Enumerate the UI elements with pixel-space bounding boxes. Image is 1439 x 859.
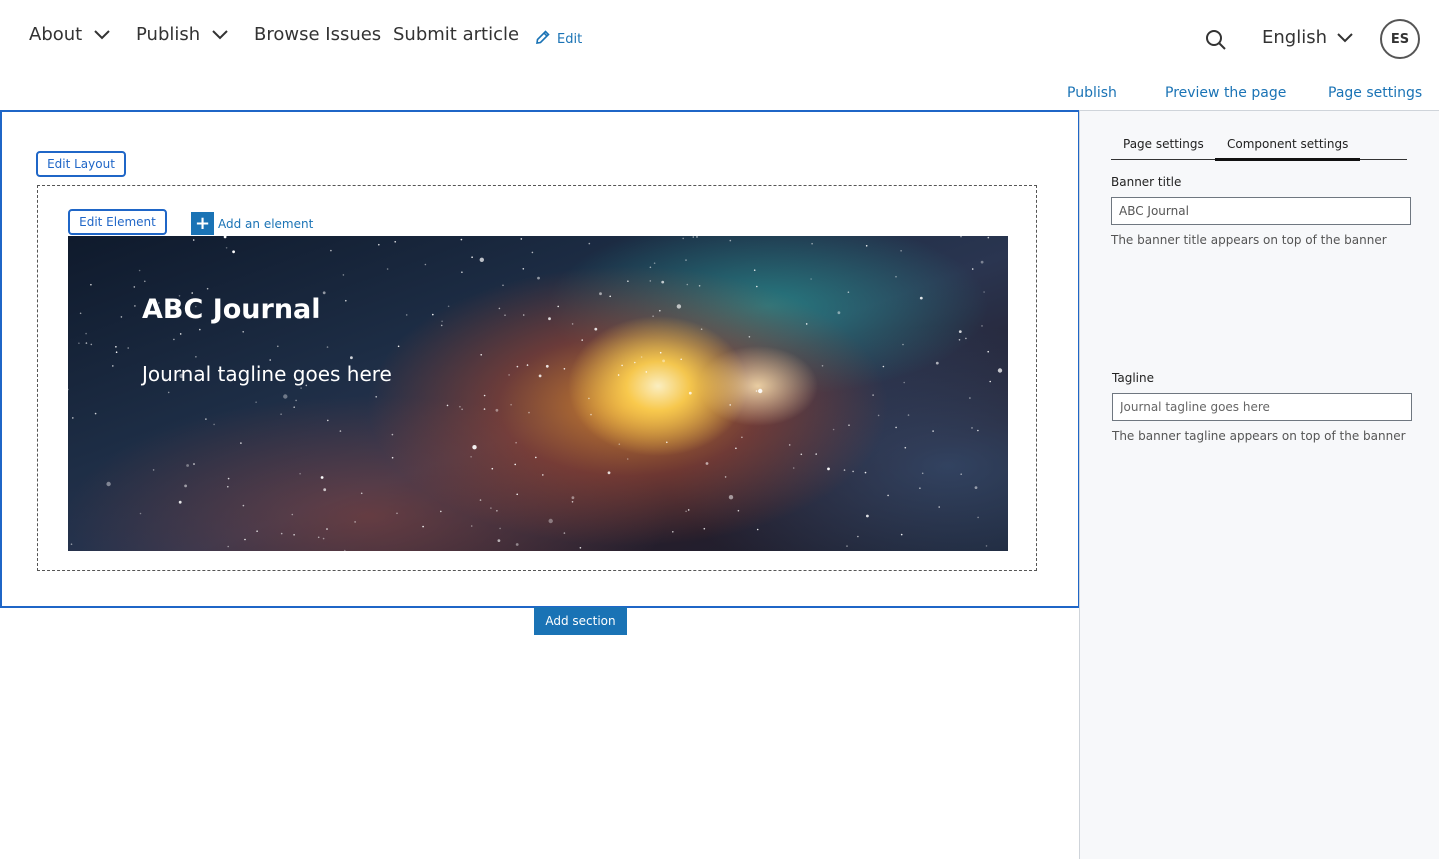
settings-panel: Page settings Component settings Banner … — [1079, 110, 1439, 859]
top-navigation: About Publish Browse Issues Submit artic… — [0, 0, 1439, 80]
add-section-button[interactable]: Add section — [534, 607, 627, 635]
banner-title-input[interactable] — [1111, 197, 1411, 225]
page-settings-link[interactable]: Page settings — [1328, 85, 1422, 101]
search-button[interactable] — [1205, 29, 1227, 55]
settings-tabs: Page settings Component settings — [1111, 137, 1407, 161]
nav-browse-issues[interactable]: Browse Issues — [254, 24, 381, 45]
search-icon — [1205, 30, 1227, 55]
editable-section[interactable]: Edit Layout Edit Element + Add an elemen… — [0, 110, 1080, 608]
banner-title-help: The banner title appears on top of the b… — [1111, 233, 1387, 247]
edit-element-button[interactable]: Edit Element — [68, 209, 167, 235]
chevron-down-icon — [1337, 27, 1353, 48]
avatar[interactable]: ES — [1380, 19, 1420, 59]
language-label: English — [1262, 27, 1327, 48]
nav-publish-label: Publish — [136, 24, 201, 45]
tagline-label: Tagline — [1112, 371, 1154, 385]
nav-submit-article[interactable]: Submit article — [393, 24, 519, 45]
edit-layout-button[interactable]: Edit Layout — [36, 151, 126, 177]
add-element-button[interactable]: + Add an element — [191, 212, 313, 235]
tagline-help: The banner tagline appears on top of the… — [1112, 429, 1406, 443]
nav-about-label: About — [29, 24, 83, 45]
pencil-icon — [534, 29, 551, 50]
nav-browse-issues-label: Browse Issues — [254, 24, 382, 45]
banner-tagline: Journal tagline goes here — [142, 362, 392, 386]
tagline-input[interactable] — [1112, 393, 1412, 421]
tab-page-settings[interactable]: Page settings — [1123, 137, 1204, 158]
tab-component-settings[interactable]: Component settings — [1215, 137, 1361, 161]
banner-title-label: Banner title — [1111, 175, 1182, 189]
edit-link-label: Edit — [557, 32, 583, 47]
stars-decoration — [68, 236, 1003, 551]
publish-link[interactable]: Publish — [1067, 85, 1117, 101]
nav-publish[interactable]: Publish — [136, 24, 228, 45]
chevron-down-icon — [94, 24, 110, 45]
nav-about[interactable]: About — [29, 24, 110, 45]
plus-icon: + — [191, 212, 214, 235]
chevron-down-icon — [212, 24, 228, 45]
edit-link[interactable]: Edit — [534, 29, 582, 50]
add-element-label: Add an element — [218, 216, 314, 231]
language-select[interactable]: English — [1262, 27, 1353, 48]
banner-title: ABC Journal — [142, 294, 321, 325]
preview-page-link[interactable]: Preview the page — [1165, 85, 1286, 101]
banner-image[interactable]: ABC Journal Journal tagline goes here — [68, 236, 1008, 551]
layout-container: Edit Element + Add an element ABC Journa… — [37, 185, 1037, 571]
nav-submit-article-label: Submit article — [393, 24, 520, 45]
